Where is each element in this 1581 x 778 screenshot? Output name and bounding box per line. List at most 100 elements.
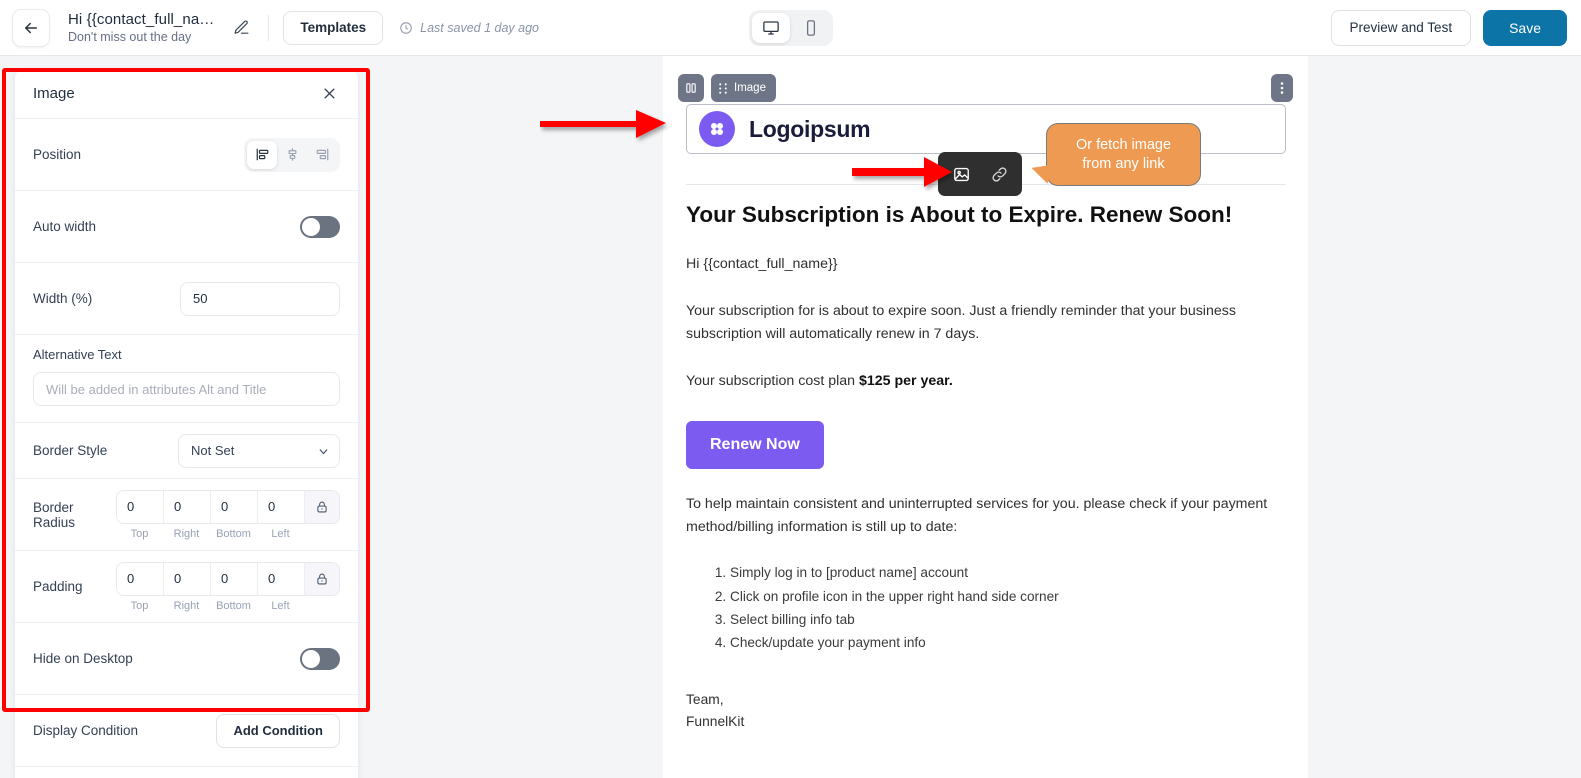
upload-image-button[interactable] (946, 159, 976, 189)
list-item: Select billing info tab (730, 608, 1286, 631)
padding-label: Padding (33, 579, 83, 594)
padding-top-input[interactable] (117, 562, 164, 595)
list-item: Check/update your payment info (730, 631, 1286, 654)
image-settings-panel: Image Position Auto width Width (%) 50 A… (14, 68, 359, 778)
align-center-button[interactable] (277, 141, 307, 169)
image-link-button[interactable] (984, 159, 1014, 189)
back-button[interactable] (12, 8, 50, 47)
mobile-preview-button[interactable] (792, 13, 830, 43)
clock-icon (400, 21, 412, 34)
padding-side-labels: Top Right Bottom Left (116, 600, 304, 612)
templates-button[interactable]: Templates (283, 10, 384, 45)
align-center-icon (288, 148, 296, 161)
border-radius-row: Border Radius 0 0 0 0 Top Right Bottom L… (15, 479, 358, 551)
email-greeting: Hi {{contact_full_name}} (686, 256, 838, 273)
image-settings-panel-wrapper: Image Position Auto width Width (%) 50 A… (14, 68, 359, 778)
email-paragraph-1: Your subscription for is about to expire… (686, 303, 1236, 343)
close-panel-button[interactable] (318, 83, 340, 105)
device-preview-switch (748, 9, 833, 46)
padding-left-input[interactable] (258, 562, 305, 595)
width-label: Width (%) (33, 291, 93, 306)
columns-icon (686, 83, 696, 93)
logo-text: Logoipsum (749, 115, 871, 142)
email-paragraph-3: To help maintain consistent and uninterr… (686, 496, 1268, 536)
desktop-preview-button[interactable] (751, 12, 790, 43)
save-button[interactable]: Save (1483, 9, 1567, 46)
position-segmented-control (244, 137, 340, 172)
flower-logo-icon (711, 123, 723, 135)
align-left-button[interactable] (247, 140, 277, 169)
border-style-select[interactable]: Not Set (178, 433, 340, 468)
email-cost-prefix: Your subscription cost plan (686, 373, 859, 390)
email-steps-list: Simply log in to [product name] account … (686, 561, 1286, 655)
toggle-knob (302, 649, 320, 668)
alt-text-input[interactable] (33, 372, 340, 406)
tooltip-text: Or fetch image from any link (1076, 136, 1171, 173)
border-style-label: Border Style (33, 443, 108, 458)
edit-title-button[interactable] (228, 15, 254, 41)
border-radius-label: Border Radius (33, 499, 76, 530)
border-radius-side-labels: Top Right Bottom Left (116, 528, 304, 540)
padding-bottom-input[interactable] (211, 562, 258, 595)
image-block-chip[interactable]: Image (711, 74, 776, 102)
email-signature: Team, FunnelKit (686, 689, 1286, 733)
drag-handle-icon (719, 82, 727, 94)
desktop-icon (762, 20, 779, 35)
signature-line-1: Team, (686, 691, 724, 707)
block-menu-button[interactable] (1271, 74, 1293, 102)
padding-right-input[interactable] (164, 562, 211, 595)
link-icon (991, 166, 1007, 182)
mobile-icon (806, 19, 815, 36)
position-label: Position (33, 147, 82, 162)
toolbar-divider (268, 14, 270, 41)
border-style-select-wrap: Not Set (178, 433, 340, 468)
border-radius-top-input[interactable] (117, 490, 164, 523)
signature-line-2: FunnelKit (686, 713, 745, 729)
lock-icon (317, 501, 327, 512)
annotation-arrow-to-panel (540, 110, 666, 138)
padding-inputs (116, 561, 340, 596)
side-label-right: Right (173, 599, 200, 612)
add-condition-button[interactable]: Add Condition (216, 713, 340, 748)
side-label-bottom: Bottom (216, 527, 251, 540)
top-actions: Preview and Test Save (1330, 9, 1581, 46)
logo-mark (699, 111, 735, 147)
list-item: Simply log in to [product name] account (730, 561, 1286, 584)
save-status: Last saved 1 day ago (399, 21, 539, 35)
panel-footer-space (15, 767, 358, 778)
panel-title: Image (33, 85, 75, 102)
side-label-right: Right (173, 527, 200, 540)
campaign-subtitle: Don't miss out the day (68, 30, 192, 44)
border-radius-lock-button[interactable] (305, 490, 339, 523)
border-radius-right-input[interactable] (164, 490, 211, 523)
auto-width-toggle[interactable] (300, 215, 340, 238)
side-label-top: Top (130, 599, 149, 612)
border-radius-left-input[interactable] (258, 490, 305, 523)
arrow-left-icon (25, 22, 37, 33)
app-root: Hi {{contact_full_na… Don't miss out the… (0, 0, 1581, 778)
email-heading: Your Subscription is About to Expire. Re… (686, 202, 1233, 227)
tooltip-line-2: from any link (1082, 155, 1165, 172)
display-condition-label: Display Condition (33, 723, 139, 738)
width-input[interactable] (180, 281, 340, 316)
border-radius-inputs (116, 489, 340, 524)
top-toolbar: Hi {{contact_full_na… Don't miss out the… (0, 0, 1581, 56)
panel-header: Image (15, 69, 358, 119)
hide-on-desktop-toggle[interactable] (300, 647, 340, 670)
preview-and-test-button[interactable]: Preview and Test (1330, 9, 1472, 46)
border-radius-bottom-input[interactable] (211, 490, 258, 523)
email-cost-amount: $125 per year. (858, 373, 953, 390)
padding-lock-button[interactable] (305, 562, 339, 595)
side-label-left: Left (271, 527, 290, 540)
auto-width-row: Auto width (15, 191, 358, 263)
padding-row: Padding 0 0 0 0 Top Right Bottom Left (15, 551, 358, 623)
side-label-left: Left (271, 599, 290, 612)
columns-chip-button[interactable] (678, 74, 704, 102)
image-block-chip-label: Image (734, 82, 766, 94)
renew-now-cta[interactable]: Renew Now (686, 421, 824, 470)
pencil-icon (234, 20, 249, 34)
align-right-button[interactable] (307, 141, 337, 169)
campaign-title-block: Hi {{contact_full_na… Don't miss out the… (68, 11, 214, 44)
campaign-title: Hi {{contact_full_na… (68, 11, 215, 28)
email-paragraph-2: Your subscription cost plan $125 per yea… (686, 370, 1286, 393)
